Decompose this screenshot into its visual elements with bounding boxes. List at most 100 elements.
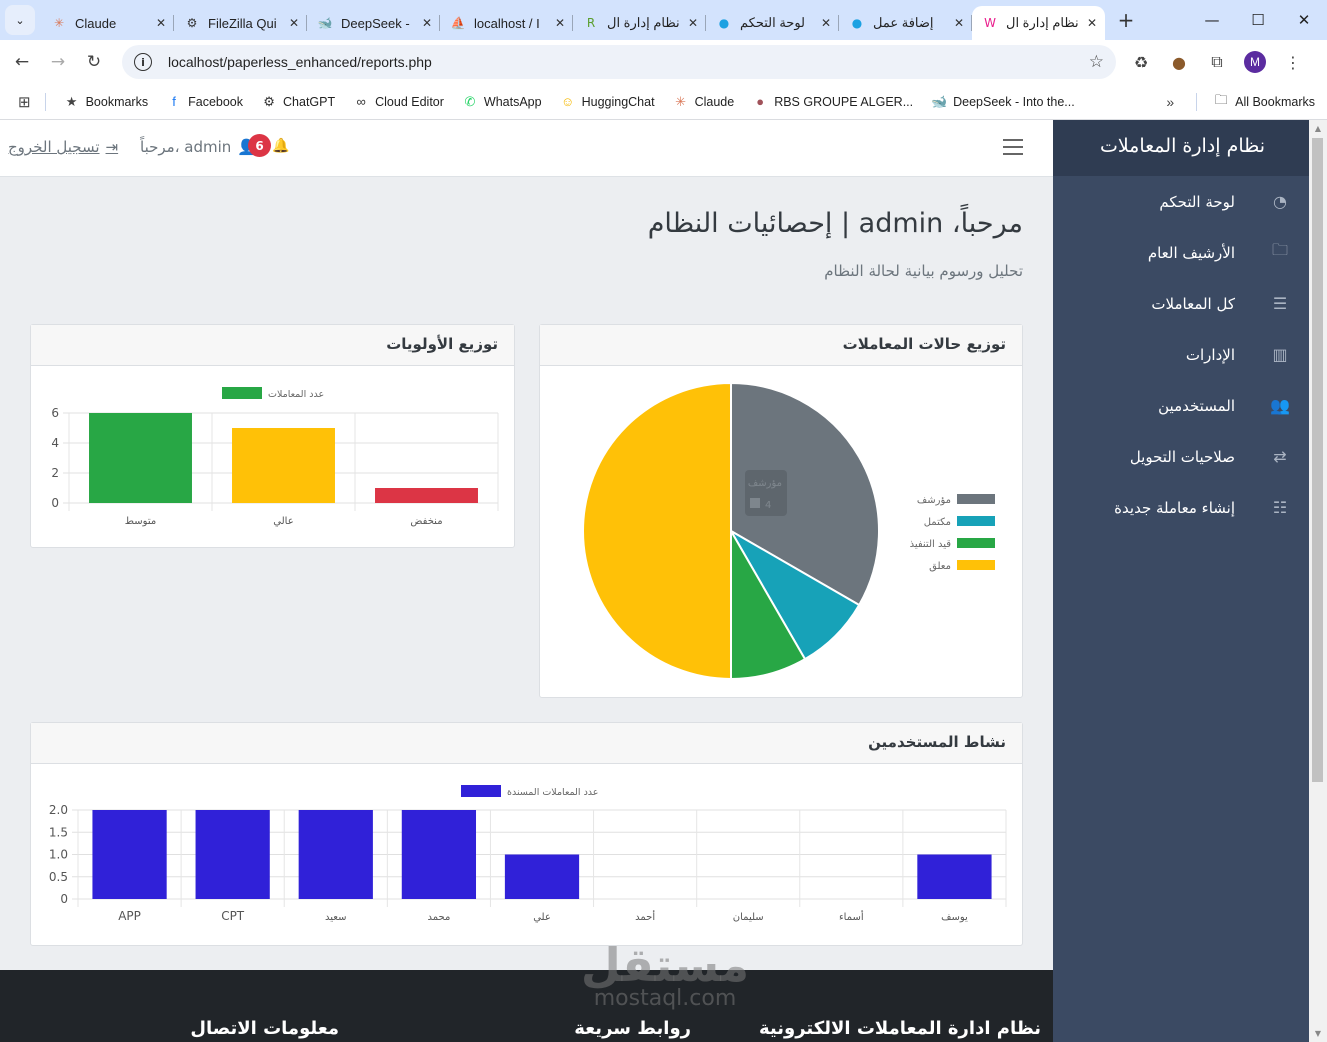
legend-swatch bbox=[957, 538, 995, 548]
new-tab-button[interactable]: + bbox=[1113, 8, 1139, 32]
notifications-button[interactable]: 6 🔔 bbox=[248, 134, 289, 157]
all-bookmarks-button[interactable]: 🗀 All Bookmarks bbox=[1213, 91, 1315, 113]
folder-open-icon: 🗀 bbox=[1271, 240, 1288, 259]
bar[interactable] bbox=[195, 810, 270, 899]
sidebar-item[interactable]: ▥ الإدارات bbox=[1053, 329, 1309, 380]
bookmark-item[interactable]: ∞ Cloud Editor bbox=[353, 94, 443, 109]
more-bookmarks-chevron-icon[interactable]: » bbox=[1166, 94, 1174, 110]
scrollbar-thumb[interactable] bbox=[1312, 138, 1323, 782]
list-icon: ☰ bbox=[1272, 294, 1288, 313]
maximize-button[interactable]: ☐ bbox=[1235, 11, 1281, 29]
legend-label: عدد المعاملات bbox=[268, 389, 324, 400]
bar[interactable] bbox=[89, 413, 192, 503]
extensions-puzzle-icon[interactable]: ⧉ bbox=[1206, 52, 1228, 72]
bookmark-item[interactable]: ☺ HuggingChat bbox=[560, 94, 655, 109]
browser-tab[interactable]: W نظام إدارة ال ✕ bbox=[972, 6, 1105, 40]
page-scrollbar[interactable]: ▲ ▼ bbox=[1309, 120, 1327, 1042]
status-pie-chart: مؤرشف 4 مؤرشف مكتمل قيد التنفيذ معلق bbox=[582, 381, 995, 681]
browser-tab[interactable]: ⛵ localhost / I ✕ bbox=[440, 7, 573, 39]
browser-tab[interactable]: ⚙ FileZilla Qui ✕ bbox=[174, 7, 307, 39]
bar[interactable] bbox=[232, 428, 335, 503]
close-window-button[interactable]: ✕ bbox=[1281, 11, 1327, 29]
minimize-button[interactable]: — bbox=[1189, 11, 1235, 29]
profile-avatar[interactable]: M bbox=[1244, 51, 1266, 73]
sidebar-item[interactable]: ◔ لوحة التحكم bbox=[1053, 176, 1309, 227]
close-tab-icon[interactable]: ✕ bbox=[289, 16, 299, 30]
chart-tooltip: مؤرشف 4 bbox=[745, 470, 787, 516]
sidebar-item[interactable]: 👥 المستخدمين bbox=[1053, 380, 1309, 431]
bookmark-item[interactable]: ⚙ ChatGPT bbox=[261, 94, 335, 110]
close-tab-icon[interactable]: ✕ bbox=[1087, 16, 1097, 30]
x-tick-label: أحمد bbox=[635, 910, 655, 923]
bookmark-item[interactable]: ✆ WhatsApp bbox=[462, 93, 542, 110]
folder-icon: 🗀 bbox=[1214, 91, 1228, 107]
browser-menu-icon[interactable]: ⋮ bbox=[1282, 53, 1304, 72]
bar[interactable] bbox=[504, 854, 580, 900]
logout-link[interactable]: تسجيل الخروج ⇥ bbox=[8, 138, 118, 156]
watermark-url: mostaql.com bbox=[593, 986, 737, 1011]
sidebar-item[interactable]: ☰ كل المعاملات bbox=[1053, 278, 1309, 329]
scroll-down-arrow-icon[interactable]: ▼ bbox=[1309, 1029, 1327, 1038]
legend-label: معلق bbox=[929, 561, 951, 572]
browser-tab[interactable]: ● لوحة التحكم ✕ bbox=[706, 7, 839, 39]
close-tab-icon[interactable]: ✕ bbox=[954, 16, 964, 30]
tab-title: DeepSeek - bbox=[341, 15, 410, 31]
y-tick-label: 0 bbox=[51, 496, 59, 510]
sidebar-brand[interactable]: نظام إدارة المعاملات bbox=[1053, 120, 1309, 176]
bookmark-favicon-icon: ✆ bbox=[464, 93, 476, 109]
bookmark-label: WhatsApp bbox=[483, 94, 542, 109]
sidebar-item[interactable]: 🗀 الأرشيف العام bbox=[1053, 227, 1309, 278]
bookmark-favicon-icon: ∞ bbox=[356, 94, 366, 109]
bar[interactable] bbox=[92, 810, 167, 899]
claude-icon: ✳ bbox=[53, 16, 65, 30]
close-tab-icon[interactable]: ✕ bbox=[821, 16, 831, 30]
bar[interactable] bbox=[401, 810, 477, 899]
close-tab-icon[interactable]: ✕ bbox=[422, 16, 432, 30]
sidebar-item[interactable]: ⇄ صلاحيات التحويل bbox=[1053, 431, 1309, 482]
bookmark-item[interactable]: ★ Bookmarks bbox=[64, 94, 148, 110]
apps-grid-icon[interactable]: ⊞ bbox=[18, 93, 31, 111]
y-tick-label: 2 bbox=[51, 466, 59, 480]
scroll-up-arrow-icon[interactable]: ▲ bbox=[1309, 124, 1327, 133]
bookmark-item[interactable]: f Facebook bbox=[166, 94, 243, 109]
bookmark-item[interactable]: ● RBS GROUPE ALGER... bbox=[752, 94, 913, 109]
bar[interactable] bbox=[917, 854, 992, 900]
browser-tab[interactable]: R نظام إدارة ال ✕ bbox=[573, 7, 706, 39]
mostaql-watermark: مستقل mostaql.com bbox=[580, 942, 750, 1010]
browser-tab[interactable]: 🐋 DeepSeek - ✕ bbox=[307, 7, 440, 39]
footer-heading-system: نظام ادارة المعاملات الالكترونية bbox=[759, 1018, 1041, 1039]
forward-button[interactable]: → bbox=[40, 52, 76, 72]
bar[interactable] bbox=[375, 488, 478, 503]
close-tab-icon[interactable]: ✕ bbox=[688, 16, 698, 30]
list-ol-icon: ☷ bbox=[1272, 498, 1288, 517]
sidebar-toggle-hamburger-icon[interactable] bbox=[1003, 139, 1023, 155]
tab-search-button[interactable]: ⌄ bbox=[5, 5, 35, 35]
browser-tab[interactable]: ✳ Claude ✕ bbox=[41, 7, 174, 39]
divider bbox=[44, 92, 46, 111]
reload-button[interactable]: ↻ bbox=[76, 52, 112, 72]
x-tick-label: محمد bbox=[427, 912, 450, 923]
recycle-extension-icon[interactable]: ♻ bbox=[1130, 53, 1152, 72]
url-text[interactable]: localhost/paperless_enhanced/reports.php bbox=[168, 54, 1089, 70]
legend-label: عدد المعاملات المسندة bbox=[507, 787, 598, 798]
close-tab-icon[interactable]: ✕ bbox=[156, 16, 166, 30]
cookie-extension-icon[interactable]: ● bbox=[1168, 53, 1190, 72]
site-info-icon[interactable]: i bbox=[134, 53, 152, 71]
user-welcome[interactable]: مرحباً، admin 👤 bbox=[140, 138, 256, 156]
priority-bar-chart: عدد المعاملات 0 2 4 6 متوسط عالي منخفض bbox=[51, 387, 499, 527]
bar[interactable] bbox=[298, 810, 373, 899]
pie-slice[interactable] bbox=[582, 381, 732, 681]
browser-tab[interactable]: ● إضافة عمل ✕ bbox=[839, 7, 972, 39]
phpmyadmin-icon: ⛵ bbox=[450, 16, 466, 30]
tab-title: FileZilla Qui bbox=[208, 15, 277, 31]
close-tab-icon[interactable]: ✕ bbox=[555, 16, 565, 30]
sidebar-item[interactable]: ☷ إنشاء معاملة جديدة bbox=[1053, 482, 1309, 533]
card-title: توزيع الأولويات bbox=[31, 325, 514, 366]
bookmark-item[interactable]: 🐋 DeepSeek - Into the... bbox=[931, 94, 1075, 110]
back-button[interactable]: ← bbox=[4, 52, 40, 72]
bookmark-label: HuggingChat bbox=[581, 94, 655, 109]
bookmark-label: Claude bbox=[694, 94, 735, 109]
bookmark-item[interactable]: ✳ Claude bbox=[673, 94, 735, 110]
address-bar[interactable]: i localhost/paperless_enhanced/reports.p… bbox=[122, 45, 1116, 79]
bookmark-star-icon[interactable]: ☆ bbox=[1089, 52, 1104, 72]
